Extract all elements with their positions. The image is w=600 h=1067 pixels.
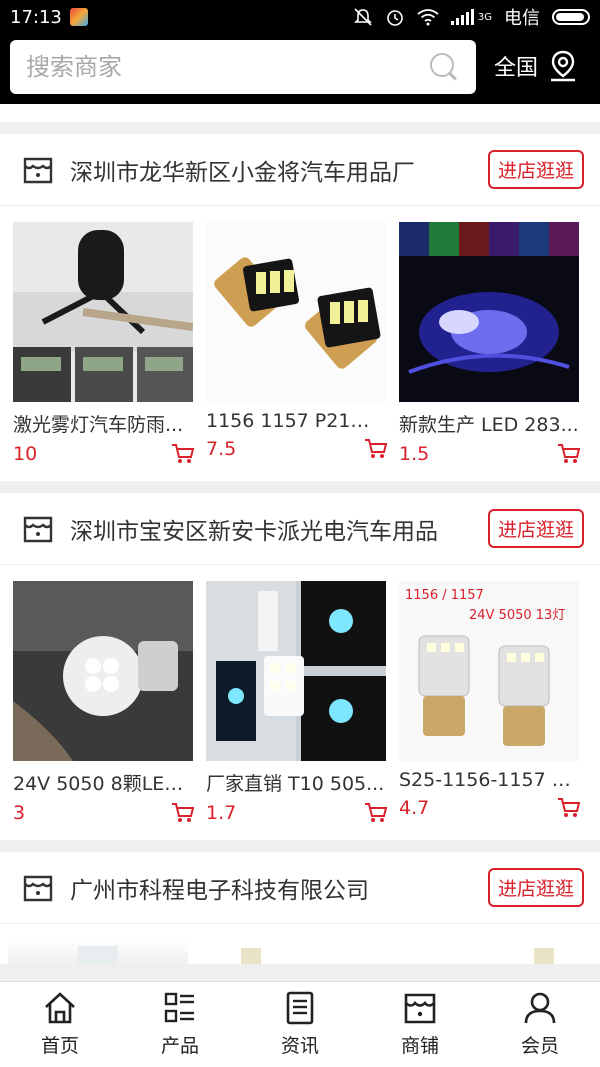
product-card[interactable]: 24V 5050 8颗LED... 3 <box>8 581 201 824</box>
cart-icon[interactable] <box>171 802 195 824</box>
product-price: 10 <box>13 443 38 465</box>
product-price: 1.7 <box>206 802 237 824</box>
previous-card-stub <box>0 104 600 122</box>
search-bar[interactable] <box>10 40 476 94</box>
shop-header[interactable]: 广州市科程电子科技有限公司 进店逛逛 <box>0 852 600 924</box>
product-card[interactable]: 新款生产 LED 283... 1.5 <box>394 222 587 465</box>
cart-icon[interactable] <box>171 443 195 465</box>
nav-news[interactable]: 资讯 <box>240 982 360 1067</box>
news-icon <box>286 991 314 1025</box>
nav-home-label: 首页 <box>40 1035 79 1057</box>
location-icon <box>551 50 576 82</box>
nav-shops-label: 商铺 <box>400 1035 439 1057</box>
header: 全国 <box>0 34 600 104</box>
product-price: 3 <box>13 802 26 824</box>
home-icon <box>45 992 75 1024</box>
nav-home[interactable]: 首页 <box>0 982 120 1067</box>
mute-icon <box>353 8 372 26</box>
shop-name[interactable]: 深圳市龙华新区小金将汽车用品厂 <box>70 153 488 187</box>
product-card[interactable]: 1156 / 1157 24V 5050 13灯 S25-1156-1157 2… <box>394 581 587 824</box>
search-icon[interactable] <box>428 51 460 83</box>
product-price: 4.7 <box>399 797 430 819</box>
product-image[interactable] <box>206 581 386 761</box>
shop-name[interactable]: 广州市科程电子科技有限公司 <box>70 871 488 905</box>
product-image[interactable] <box>8 940 188 964</box>
shop-card: 深圳市宝安区新安卡派光电汽车用品 进店逛逛 24V 5050 8颗LED... <box>0 493 600 840</box>
product-title[interactable]: 1156 1157 P21W ... <box>206 410 388 432</box>
product-title[interactable]: 厂家直销 T10 505... <box>206 769 388 796</box>
nav-products[interactable]: 产品 <box>120 982 240 1067</box>
search-input[interactable] <box>26 53 428 81</box>
nav-products-label: 产品 <box>160 1035 199 1057</box>
shop-header[interactable]: 深圳市龙华新区小金将汽车用品厂 进店逛逛 <box>0 134 600 206</box>
product-title[interactable]: 新款生产 LED 283... <box>399 410 581 437</box>
status-bar: 17:13 3G 电信 <box>0 0 600 34</box>
user-icon <box>524 992 556 1024</box>
shop-header[interactable]: 深圳市宝安区新安卡派光电汽车用品 进店逛逛 <box>0 493 600 565</box>
visit-shop-button[interactable]: 进店逛逛 <box>487 509 584 548</box>
nav-member-label: 会员 <box>520 1035 559 1057</box>
region-label: 全国 <box>494 56 539 81</box>
wifi-icon <box>417 9 439 26</box>
store-icon <box>23 875 53 901</box>
visit-shop-button[interactable]: 进店逛逛 <box>487 150 584 189</box>
shop-card: 广州市科程电子科技有限公司 进店逛逛 <box>0 852 600 964</box>
bottom-nav: 首页 产品 资讯 商铺 会员 <box>0 981 600 1067</box>
product-card[interactable]: 激光雾灯汽车防雨... 10 <box>8 222 201 465</box>
store-icon <box>23 157 53 183</box>
nav-news-label: 资讯 <box>280 1035 319 1057</box>
image-caption: 1156 / 1157 <box>405 588 484 603</box>
carrier-label: 电信 <box>504 8 540 29</box>
product-row: 激光雾灯汽车防雨... 10 1156 1157 P21W ... 7.5 新款… <box>0 206 600 481</box>
cart-icon[interactable] <box>364 438 388 460</box>
product-title[interactable]: 24V 5050 8颗LED... <box>13 769 195 796</box>
shop-name[interactable]: 深圳市宝安区新安卡派光电汽车用品 <box>70 512 488 546</box>
image-caption: 24V 5050 13灯 <box>469 608 565 623</box>
visit-shop-button[interactable]: 进店逛逛 <box>487 868 584 907</box>
nav-shops[interactable]: 商铺 <box>360 982 480 1067</box>
product-price: 7.5 <box>206 438 237 460</box>
product-image[interactable] <box>13 581 193 761</box>
alarm-icon <box>387 10 403 26</box>
product-row <box>0 924 600 964</box>
product-image[interactable] <box>394 940 574 964</box>
shop-list: 深圳市龙华新区小金将汽车用品厂 进店逛逛 激光雾灯汽车防雨... 10 1156… <box>0 104 600 981</box>
product-title[interactable]: 激光雾灯汽车防雨... <box>13 410 195 437</box>
cart-icon[interactable] <box>557 797 581 819</box>
signal-icon <box>450 9 474 25</box>
app-notification-icon <box>69 8 88 26</box>
network-type: 3G <box>477 11 492 23</box>
product-row: 24V 5050 8颗LED... 3 厂家直销 T10 505... 1.7 … <box>0 565 600 840</box>
product-card[interactable]: 厂家直销 T10 505... 1.7 <box>201 581 394 824</box>
product-image[interactable] <box>13 222 193 402</box>
product-card[interactable]: 1156 1157 P21W ... 7.5 <box>201 222 394 465</box>
store-icon <box>404 993 436 1024</box>
product-image[interactable]: 1156 / 1157 24V 5050 13灯 <box>399 581 579 761</box>
cart-icon[interactable] <box>364 802 388 824</box>
list-icon <box>164 992 194 1023</box>
nav-member[interactable]: 会员 <box>480 982 600 1067</box>
product-title[interactable]: S25-1156-1157 24... <box>399 769 581 791</box>
product-image[interactable] <box>206 222 386 402</box>
status-time: 17:13 <box>10 6 62 28</box>
battery-icon <box>552 9 590 25</box>
product-image[interactable] <box>399 222 579 402</box>
cart-icon[interactable] <box>557 443 581 465</box>
shop-card: 深圳市龙华新区小金将汽车用品厂 进店逛逛 激光雾灯汽车防雨... 10 1156… <box>0 134 600 481</box>
product-image[interactable] <box>201 940 381 964</box>
product-price: 1.5 <box>399 443 430 465</box>
region-selector[interactable]: 全国 <box>494 50 578 82</box>
store-icon <box>23 516 53 542</box>
